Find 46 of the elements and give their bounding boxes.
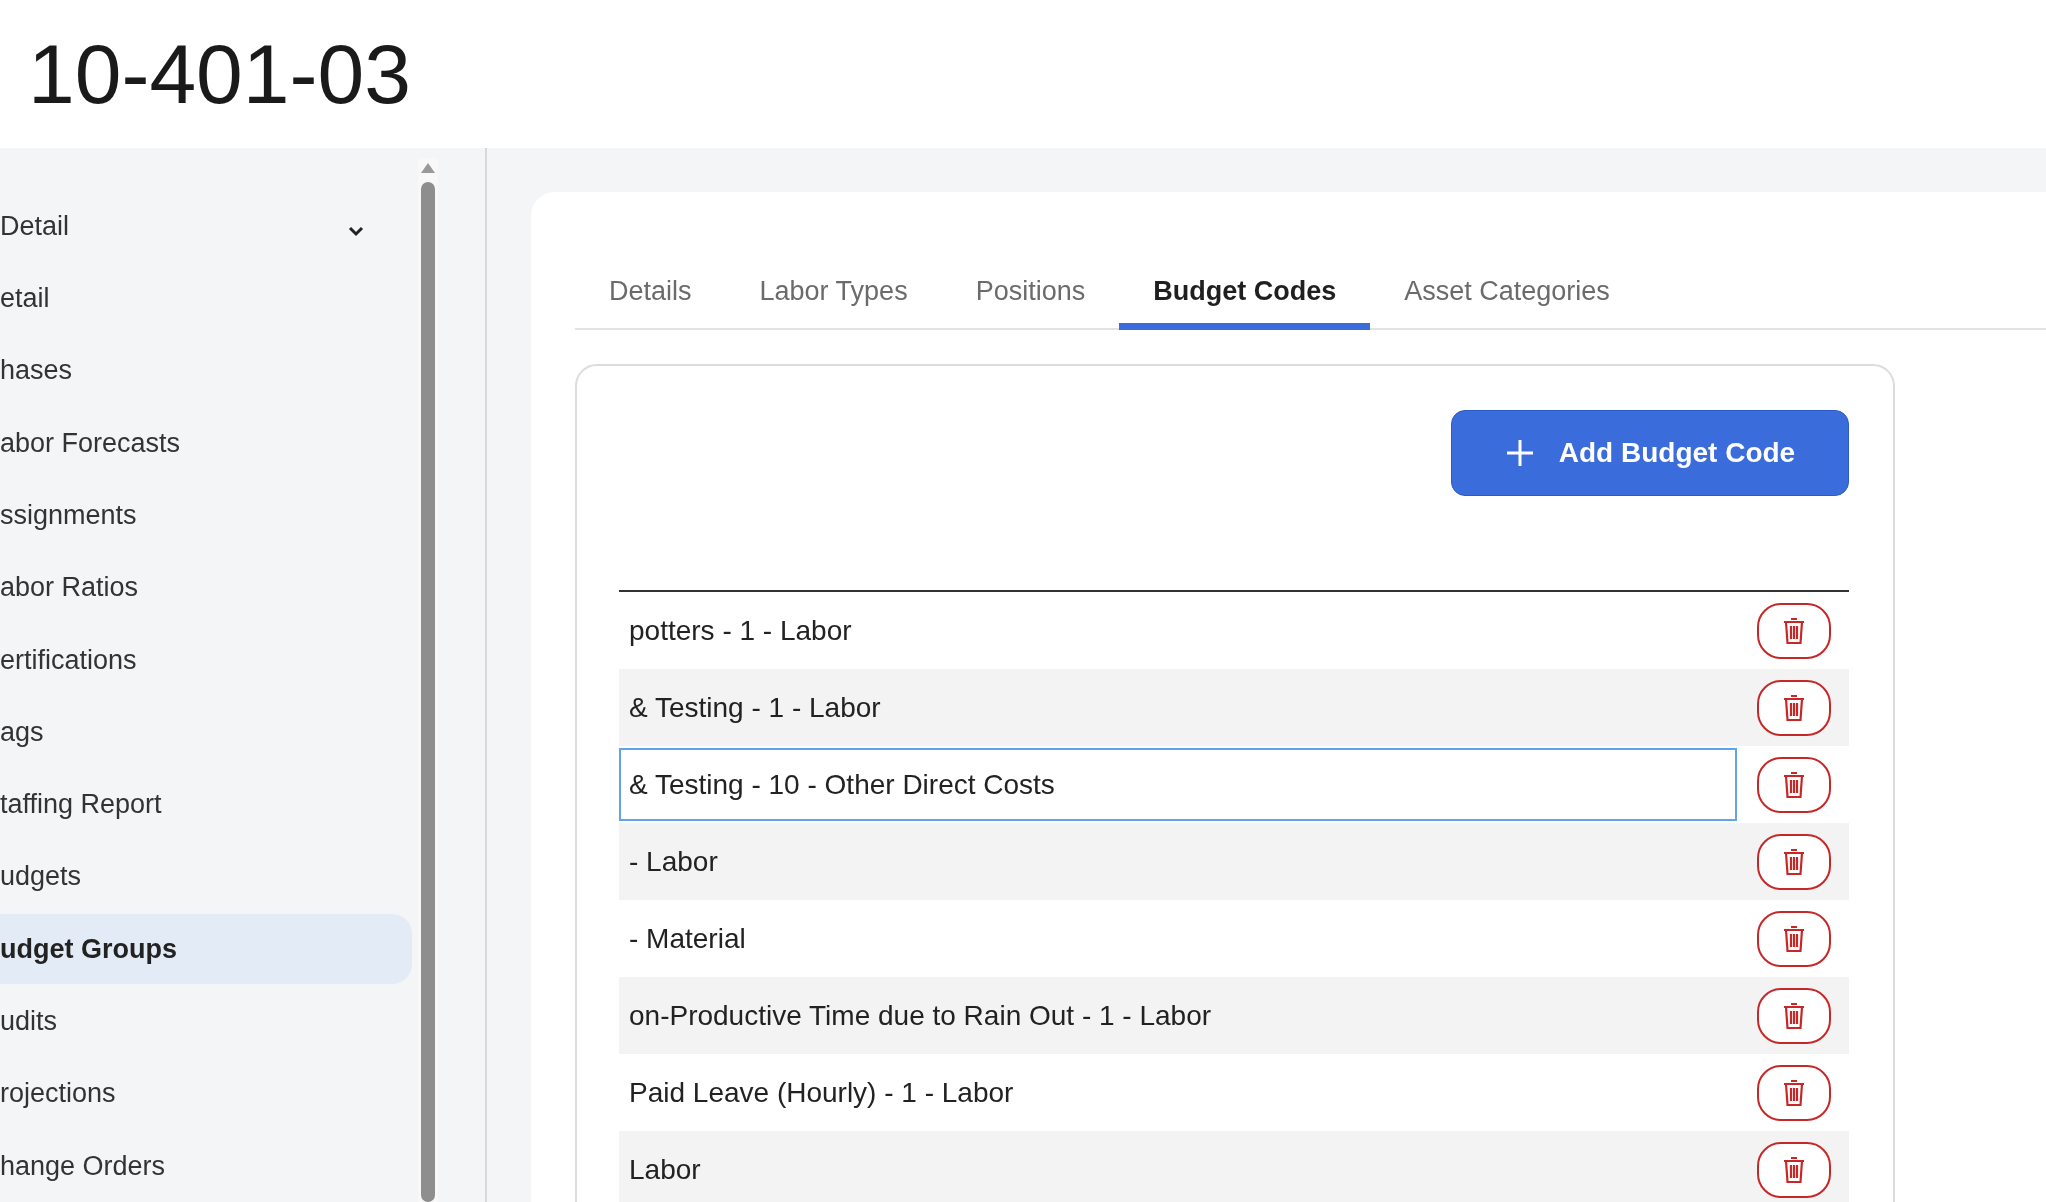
plus-icon bbox=[1504, 438, 1535, 468]
sidebar-item[interactable]: ssignments bbox=[0, 480, 412, 551]
sidebar-item[interactable]: taffing Report bbox=[0, 769, 412, 840]
delete-button[interactable] bbox=[1757, 987, 1831, 1044]
sidebar-item[interactable]: etail bbox=[0, 263, 412, 334]
budget-code-field[interactable]: & Testing - 10 - Other Direct Costs bbox=[619, 748, 1737, 821]
add-budget-code-button[interactable]: Add Budget Code bbox=[1451, 410, 1849, 496]
tab[interactable]: Budget Codes bbox=[1119, 254, 1371, 330]
delete-button[interactable] bbox=[1757, 833, 1831, 890]
delete-button[interactable] bbox=[1757, 756, 1831, 813]
sidebar-item[interactable]: udget Groups bbox=[0, 914, 412, 984]
budget-code-field[interactable]: - Material bbox=[619, 902, 1737, 975]
sidebar-item[interactable]: ags bbox=[0, 697, 412, 767]
budget-code-field[interactable]: Paid Leave (Hourly) - 1 - Labor bbox=[619, 1056, 1737, 1129]
delete-button[interactable] bbox=[1757, 602, 1831, 659]
delete-button[interactable] bbox=[1757, 1064, 1831, 1121]
scrollbar-thumb[interactable] bbox=[421, 182, 435, 1202]
sidebar-item[interactable]: rojections bbox=[0, 1058, 412, 1129]
tab[interactable]: Asset Categories bbox=[1370, 254, 1644, 330]
sidebar-item[interactable]: Detail bbox=[0, 191, 412, 261]
sidebar-item[interactable]: abor Forecasts bbox=[0, 408, 412, 478]
sidebar-item[interactable]: udits bbox=[0, 986, 412, 1057]
scrollbar[interactable] bbox=[418, 158, 438, 1202]
trash-icon bbox=[1783, 770, 1805, 799]
sidebar-item[interactable]: ertifications bbox=[0, 625, 412, 695]
sidebar-item[interactable]: abor Ratios bbox=[0, 552, 412, 623]
sidebar-item[interactable]: hange Orders bbox=[0, 1130, 412, 1201]
delete-button[interactable] bbox=[1757, 910, 1831, 967]
chevron-down-icon[interactable] bbox=[348, 225, 364, 237]
sidebar-item[interactable]: hases bbox=[0, 335, 412, 406]
tab[interactable]: Positions bbox=[941, 254, 1120, 330]
trash-icon bbox=[1783, 1155, 1805, 1184]
delete-button[interactable] bbox=[1757, 679, 1831, 736]
trash-icon bbox=[1783, 924, 1805, 953]
tab[interactable]: Labor Types bbox=[725, 254, 942, 330]
delete-button[interactable] bbox=[1757, 1141, 1831, 1198]
trash-icon bbox=[1783, 693, 1805, 722]
trash-icon bbox=[1783, 847, 1805, 876]
sidebar-item[interactable]: udgets bbox=[0, 841, 412, 912]
page-title: 10-401-03 bbox=[28, 32, 411, 116]
budget-code-field[interactable]: potters - 1 - Labor bbox=[619, 594, 1737, 667]
trash-icon bbox=[1783, 1078, 1805, 1107]
scroll-up-icon[interactable] bbox=[420, 162, 436, 174]
trash-icon bbox=[1783, 616, 1805, 645]
tab[interactable]: Details bbox=[575, 254, 726, 330]
trash-icon bbox=[1783, 1001, 1805, 1030]
